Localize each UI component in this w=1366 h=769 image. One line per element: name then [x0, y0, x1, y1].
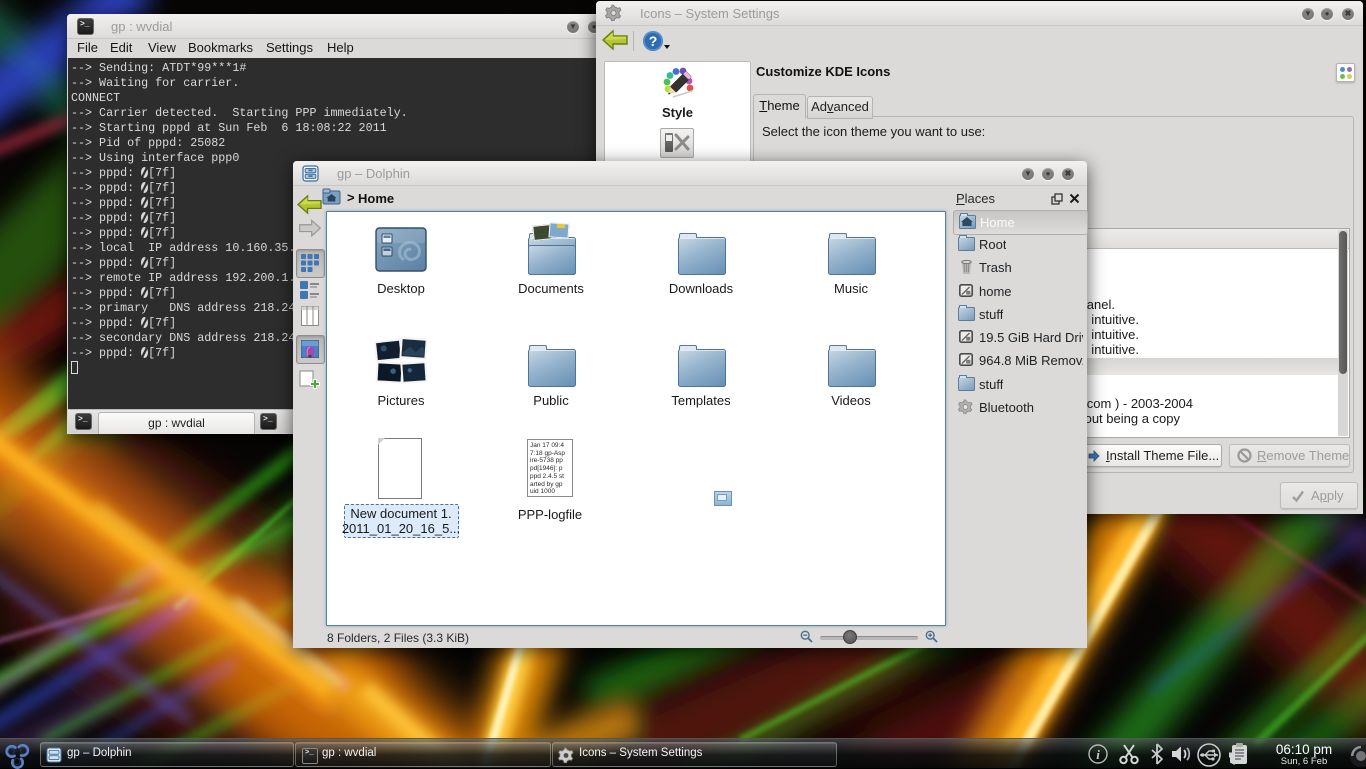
svg-text:i: i: [1096, 747, 1100, 762]
svg-text:?: ?: [649, 33, 658, 49]
